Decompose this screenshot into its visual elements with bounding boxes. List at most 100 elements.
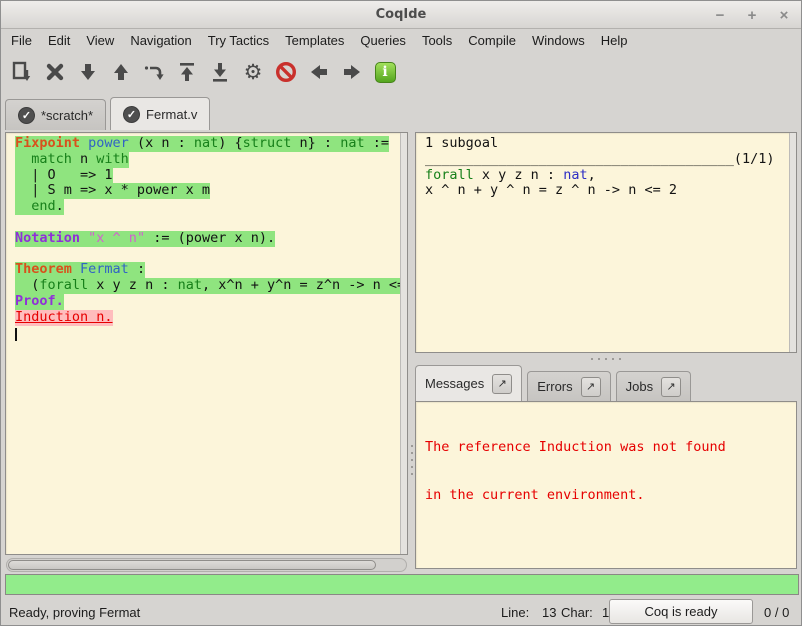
- queue-counter: 0 / 0: [764, 605, 789, 620]
- menu-item-navigation[interactable]: Navigation: [122, 31, 199, 50]
- code-line: forall x y z n : nat,: [425, 168, 796, 184]
- goal-panel[interactable]: 1 subgoal_______________________________…: [415, 132, 797, 353]
- grip-dot: [411, 459, 413, 461]
- code-line: end.: [15, 199, 407, 215]
- code-lines: Fixpoint power (x n : nat) {struct n} : …: [6, 133, 407, 341]
- code-line: Proof.: [15, 294, 407, 310]
- check-circle-icon: [18, 107, 35, 124]
- menu-item-tools[interactable]: Tools: [414, 31, 460, 50]
- menu-item-try-tactics[interactable]: Try Tactics: [200, 31, 277, 50]
- info-bubble-icon: i: [375, 62, 396, 83]
- editor-vertical-scrollbar[interactable]: [400, 133, 407, 554]
- go-to-end-button[interactable]: [205, 57, 235, 87]
- coqide-window: CoqIde − + × FileEditViewNavigationTry T…: [0, 0, 802, 626]
- close-x-icon: [43, 60, 67, 84]
- arrow-up-icon: [109, 60, 133, 84]
- menu-bar: FileEditViewNavigationTry TacticsTemplat…: [1, 29, 801, 51]
- menu-item-edit[interactable]: Edit: [40, 31, 78, 50]
- menu-item-view[interactable]: View: [78, 31, 122, 50]
- close-buffer-button[interactable]: [40, 57, 70, 87]
- minimize-button[interactable]: −: [711, 6, 729, 24]
- goal-lines: 1 subgoal_______________________________…: [416, 133, 796, 199]
- code-line: | O => 1: [15, 168, 407, 184]
- detach-jobs-button[interactable]: [661, 377, 681, 397]
- code-line: Fixpoint power (x n : nat) {struct n} : …: [15, 136, 407, 152]
- char-label: Char:: [561, 605, 593, 620]
- menu-item-windows[interactable]: Windows: [524, 31, 593, 50]
- fully-check-button[interactable]: ⚙: [238, 57, 268, 87]
- status-message: Ready, proving Fermat: [9, 605, 140, 620]
- code-line: ______________________________________(1…: [425, 152, 796, 168]
- backward-one-command-button[interactable]: [106, 57, 136, 87]
- menu-item-help[interactable]: Help: [593, 31, 636, 50]
- next-button[interactable]: [337, 57, 367, 87]
- tab-scratch-label: *scratch*: [41, 108, 93, 123]
- editor-horizontal-scrollbar[interactable]: [6, 558, 407, 572]
- message-line: in the current environment.: [425, 487, 796, 503]
- window-title: CoqIde: [376, 7, 427, 22]
- menu-item-compile[interactable]: Compile: [460, 31, 524, 50]
- code-line: Induction n.: [15, 310, 407, 326]
- code-line: match n with: [15, 152, 407, 168]
- tab-fermat[interactable]: Fermat.v: [110, 97, 210, 130]
- tab-scratch[interactable]: *scratch*: [5, 99, 106, 130]
- grip-dot: [411, 445, 413, 447]
- title-bar[interactable]: CoqIde − + ×: [1, 1, 801, 29]
- close-button[interactable]: ×: [775, 6, 793, 24]
- maximize-button[interactable]: +: [743, 6, 761, 24]
- arrow-down-icon: [76, 60, 100, 84]
- window-controls: − + ×: [711, 1, 793, 29]
- grip-dot: [598, 358, 600, 360]
- about-button[interactable]: i: [370, 57, 400, 87]
- code-line: 1 subgoal: [425, 136, 796, 152]
- detach-messages-button[interactable]: [492, 374, 512, 394]
- menu-item-templates[interactable]: Templates: [277, 31, 352, 50]
- gear-icon: ⚙: [244, 62, 263, 83]
- curved-arrow-down-icon: [142, 60, 166, 84]
- arrow-right-icon: [340, 60, 364, 84]
- forward-one-command-button[interactable]: [73, 57, 103, 87]
- go-to-cursor-button[interactable]: [139, 57, 169, 87]
- code-line: x ^ n + y ^ n = z ^ n -> n <= 2: [425, 183, 796, 199]
- tab-fermat-label: Fermat.v: [146, 107, 197, 122]
- status-bar: Ready, proving Fermat Line: 13 Char: 1 C…: [1, 597, 801, 626]
- check-circle-icon: [123, 106, 140, 123]
- toolbar: ⚙ i: [1, 53, 801, 91]
- message-tab-bar: Messages Errors Jobs: [415, 365, 691, 401]
- code-line: Notation "x ^ n" := (power x n).: [15, 231, 407, 247]
- panel-splitter-vertical[interactable]: [408, 132, 415, 572]
- arrow-down-to-bar-icon: [208, 60, 232, 84]
- detach-errors-button[interactable]: [581, 377, 601, 397]
- coq-status-button[interactable]: Coq is ready: [609, 599, 753, 624]
- arrow-left-icon: [307, 60, 331, 84]
- grip-dot: [605, 358, 607, 360]
- code-line: (forall x y z n : nat, x^n + y^n = z^n -…: [15, 278, 407, 294]
- tab-jobs[interactable]: Jobs: [616, 371, 691, 401]
- goal-vertical-scrollbar[interactable]: [789, 133, 796, 352]
- script-editor[interactable]: Fixpoint power (x n : nat) {struct n} : …: [5, 132, 408, 555]
- line-value: 13: [542, 605, 556, 620]
- code-line: [15, 215, 407, 231]
- save-button[interactable]: [7, 57, 37, 87]
- no-entry-icon: [274, 60, 298, 84]
- previous-button[interactable]: [304, 57, 334, 87]
- menu-item-file[interactable]: File: [3, 31, 40, 50]
- tab-messages-label: Messages: [425, 376, 484, 391]
- restart-button[interactable]: [172, 57, 202, 87]
- document-save-icon: [10, 60, 34, 84]
- code-line: | S m => x * power x m: [15, 183, 407, 199]
- menu-item-queries[interactable]: Queries: [352, 31, 414, 50]
- line-label: Line:: [501, 605, 529, 620]
- interrupt-button[interactable]: [271, 57, 301, 87]
- tab-errors[interactable]: Errors: [527, 371, 610, 401]
- grip-dot: [411, 466, 413, 468]
- tab-errors-label: Errors: [537, 379, 572, 394]
- tab-messages[interactable]: Messages: [415, 365, 522, 401]
- panel-splitter-horizontal[interactable]: [415, 353, 797, 365]
- code-line: [15, 247, 407, 263]
- grip-dot: [612, 358, 614, 360]
- grip-dot: [411, 452, 413, 454]
- messages-panel[interactable]: The reference Induction was not found in…: [415, 401, 797, 569]
- scrollbar-thumb[interactable]: [8, 560, 376, 570]
- progress-bar: [5, 574, 799, 595]
